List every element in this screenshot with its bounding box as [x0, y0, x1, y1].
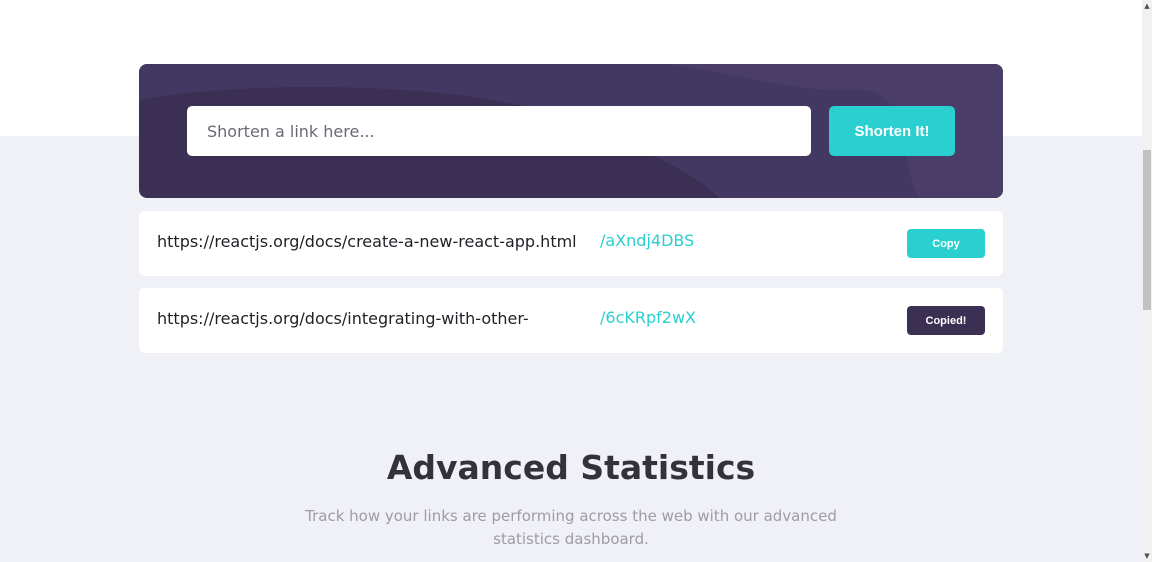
original-url: https://reactjs.org/docs/integrating-wit… — [157, 309, 529, 328]
statistics-title: Advanced Statistics — [386, 448, 756, 487]
short-url-link[interactable]: /6cKRpf2wX — [600, 308, 696, 327]
link-input[interactable] — [187, 106, 811, 156]
result-card: https://reactjs.org/docs/integrating-wit… — [139, 288, 1003, 353]
copy-button[interactable]: Copy — [907, 229, 985, 258]
shorten-button[interactable]: Shorten It! — [829, 106, 955, 156]
result-card: https://reactjs.org/docs/create-a-new-re… — [139, 211, 1003, 276]
scroll-down-arrow-icon[interactable]: ▼ — [1142, 550, 1152, 562]
short-url-link[interactable]: /aXndj4DBS — [600, 231, 694, 250]
statistics-description: Track how your links are performing acro… — [305, 507, 837, 548]
scrollbar-thumb[interactable] — [1143, 150, 1151, 310]
scroll-up-arrow-icon[interactable]: ▲ — [1142, 0, 1152, 12]
shorten-form: Shorten It! — [139, 64, 1003, 198]
vertical-scrollbar[interactable]: ▲ ▼ — [1142, 0, 1152, 562]
original-url: https://reactjs.org/docs/create-a-new-re… — [157, 232, 577, 251]
copied-button[interactable]: Copied! — [907, 306, 985, 335]
